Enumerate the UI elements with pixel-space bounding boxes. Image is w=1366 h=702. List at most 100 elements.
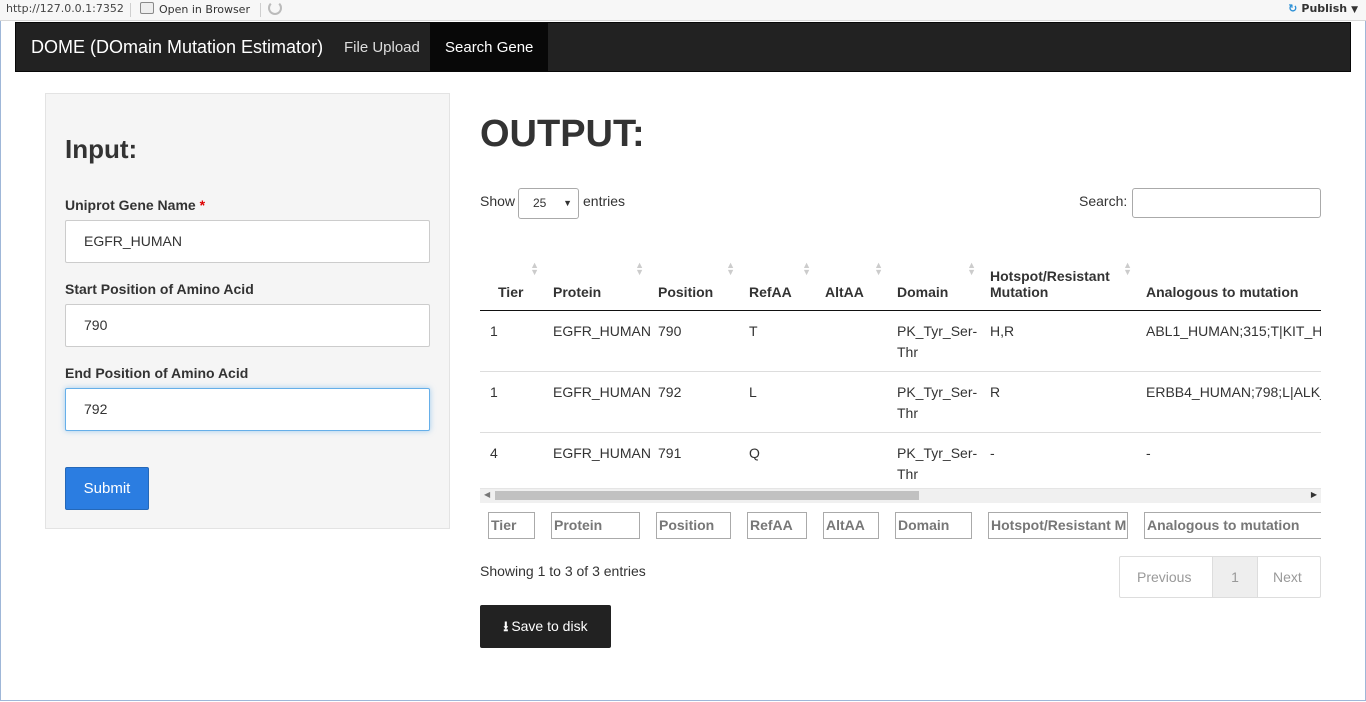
navbar: DOME (DOmain Mutation Estimator) File Up… bbox=[15, 22, 1351, 72]
previous-button[interactable]: Previous bbox=[1137, 557, 1191, 597]
horizontal-scrollbar[interactable]: ◀ ▶ bbox=[480, 488, 1321, 503]
end-position-label: End Position of Amino Acid bbox=[65, 365, 249, 381]
cell-hotspot: H,R bbox=[980, 310, 1136, 372]
column-header-refaa[interactable]: RefAA ▲ ▼ bbox=[739, 250, 815, 311]
column-header-label: RefAA bbox=[749, 283, 792, 300]
cell-refaa: Q bbox=[739, 432, 815, 494]
cell-hotspot: - bbox=[980, 432, 1136, 494]
viewer-url: http://127.0.0.1:7352 bbox=[6, 2, 124, 15]
sort-icon: ▲ ▼ bbox=[967, 260, 976, 277]
cell-position: 792 bbox=[648, 371, 739, 433]
search-input[interactable] bbox=[1132, 188, 1321, 218]
column-header-hotspot[interactable]: Hotspot/Resistant Mutation ▲ ▼ bbox=[980, 250, 1136, 311]
filter-domain[interactable]: Domain bbox=[895, 512, 972, 539]
cell-refaa: T bbox=[739, 310, 815, 372]
cell-domain: PK_Tyr_Ser-Thr bbox=[887, 310, 980, 372]
column-header-tier[interactable]: Tier ▲ ▼ bbox=[480, 250, 543, 311]
save-to-disk-button[interactable]: ⭳ Save to disk bbox=[480, 605, 611, 648]
publish-button[interactable]: ↻ Publish ▼ bbox=[1288, 2, 1358, 15]
toolbar-divider bbox=[260, 3, 261, 17]
sort-icon: ▲ ▼ bbox=[726, 260, 735, 277]
cell-hotspot: R bbox=[980, 371, 1136, 433]
cell-altaa bbox=[815, 310, 887, 372]
cell-protein: EGFR_HUMAN bbox=[543, 371, 651, 433]
column-header-position[interactable]: Position ▲ ▼ bbox=[648, 250, 739, 311]
scroll-right-icon[interactable]: ▶ bbox=[1311, 490, 1317, 499]
table-row[interactable]: 1 EGFR_HUMAN 790 T PK_Tyr_Ser-Thr H,R AB… bbox=[480, 310, 1321, 372]
sort-icon: ▲ ▼ bbox=[1123, 260, 1132, 277]
sort-icon: ▲ ▼ bbox=[635, 260, 644, 277]
input-title: Input: bbox=[65, 134, 138, 164]
filter-altaa[interactable]: AltAA bbox=[823, 512, 879, 539]
gene-name-label: Uniprot Gene Name * bbox=[65, 197, 205, 213]
column-header-label: Analogous to mutation bbox=[1146, 283, 1299, 300]
page-length-value: 25 bbox=[533, 196, 547, 210]
cell-altaa bbox=[815, 432, 887, 494]
refresh-icon[interactable] bbox=[268, 1, 282, 15]
entries-label: entries bbox=[583, 193, 626, 209]
toolbar-divider bbox=[130, 3, 131, 17]
column-header-domain[interactable]: Domain ▲ ▼ bbox=[887, 250, 980, 311]
submit-button[interactable]: Submit bbox=[65, 467, 149, 510]
filter-position[interactable]: Position bbox=[656, 512, 731, 539]
filter-hotspot[interactable]: Hotspot/Resistant Mu bbox=[988, 512, 1128, 539]
sort-icon: ▲ ▼ bbox=[874, 260, 883, 277]
publish-icon: ↻ bbox=[1288, 2, 1298, 15]
start-position-label: Start Position of Amino Acid bbox=[65, 281, 254, 297]
required-mark: * bbox=[199, 197, 206, 213]
viewer-toolbar: http://127.0.0.1:7352 Open in Browser ↻ P… bbox=[0, 0, 1366, 21]
page-length-select[interactable]: 25 ▼ bbox=[518, 188, 579, 219]
download-icon: ⭳ bbox=[503, 618, 509, 634]
cell-altaa bbox=[815, 371, 887, 433]
sort-icon: ▲ ▼ bbox=[530, 260, 539, 277]
output-title: OUTPUT: bbox=[480, 113, 645, 155]
column-header-label: Position bbox=[658, 283, 714, 300]
chevron-down-icon: ▼ bbox=[563, 198, 572, 208]
table-row[interactable]: 4 EGFR_HUMAN 791 Q PK_Tyr_Ser-Thr - - bbox=[480, 432, 1321, 494]
column-header-altaa[interactable]: AltAA ▲ ▼ bbox=[815, 250, 887, 311]
column-header-analogous[interactable]: Analogous to mutation bbox=[1136, 250, 1321, 311]
column-header-label: Domain bbox=[897, 283, 949, 300]
column-header-label: Protein bbox=[553, 283, 602, 300]
results-table: Tier ▲ ▼ Protein ▲ ▼ Position ▲ ▼ RefAA ▲ ▼ AltA… bbox=[480, 250, 1321, 494]
open-in-browser-icon bbox=[140, 2, 154, 14]
filter-protein[interactable]: Protein bbox=[551, 512, 640, 539]
cell-domain: PK_Tyr_Ser-Thr bbox=[887, 432, 980, 494]
cell-analogous: - bbox=[1136, 432, 1321, 494]
tab-search-gene[interactable]: Search Gene bbox=[430, 23, 549, 72]
column-header-protein[interactable]: Protein ▲ ▼ bbox=[543, 250, 648, 311]
tab-file-upload[interactable]: File Upload bbox=[329, 23, 435, 72]
input-panel: Input: Uniprot Gene Name * EGFR_HUMAN St… bbox=[45, 93, 450, 529]
results-table-wrapper: Tier ▲ ▼ Protein ▲ ▼ Position ▲ ▼ RefAA ▲ ▼ AltA… bbox=[480, 250, 1321, 505]
end-position-input[interactable]: 792 bbox=[65, 388, 430, 431]
column-header-label: AltAA bbox=[825, 283, 864, 300]
scroll-left-icon[interactable]: ◀ bbox=[484, 490, 490, 499]
cell-tier: 4 bbox=[480, 432, 543, 494]
start-position-input[interactable]: 790 bbox=[65, 304, 430, 347]
open-in-browser-label: Open in Browser bbox=[159, 3, 250, 16]
cell-analogous: ABL1_HUMAN;315;T|KIT_HU bbox=[1136, 310, 1321, 372]
show-label: Show bbox=[480, 193, 516, 209]
page-1-button[interactable]: 1 bbox=[1212, 557, 1258, 597]
column-header-label: Hotspot/Resistant Mutation bbox=[990, 267, 1110, 300]
open-in-browser-button[interactable]: Open in Browser bbox=[140, 2, 250, 16]
cell-analogous: ERBB4_HUMAN;798;L|ALK_H bbox=[1136, 371, 1321, 433]
scrollbar-thumb[interactable] bbox=[495, 491, 919, 500]
save-to-disk-label: Save to disk bbox=[511, 618, 588, 634]
filter-analogous[interactable]: Analogous to mutation bbox=[1144, 512, 1321, 539]
next-button[interactable]: Next bbox=[1273, 557, 1302, 597]
sort-icon: ▲ ▼ bbox=[802, 260, 811, 277]
table-header-row: Tier ▲ ▼ Protein ▲ ▼ Position ▲ ▼ RefAA ▲ ▼ AltA… bbox=[480, 250, 1321, 311]
app-brand: DOME (DOmain Mutation Estimator) bbox=[31, 37, 324, 57]
table-info: Showing 1 to 3 of 3 entries bbox=[480, 563, 646, 579]
cell-tier: 1 bbox=[480, 310, 543, 372]
cell-protein: EGFR_HUMAN bbox=[543, 310, 651, 372]
table-row[interactable]: 1 EGFR_HUMAN 792 L PK_Tyr_Ser-Thr R ERBB… bbox=[480, 371, 1321, 433]
column-header-label: Tier bbox=[498, 283, 524, 300]
filter-tier[interactable]: Tier bbox=[488, 512, 535, 539]
cell-position: 791 bbox=[648, 432, 739, 494]
gene-name-input[interactable]: EGFR_HUMAN bbox=[65, 220, 430, 263]
filter-refaa[interactable]: RefAA bbox=[747, 512, 807, 539]
gene-name-label-text: Uniprot Gene Name bbox=[65, 197, 196, 213]
cell-refaa: L bbox=[739, 371, 815, 433]
